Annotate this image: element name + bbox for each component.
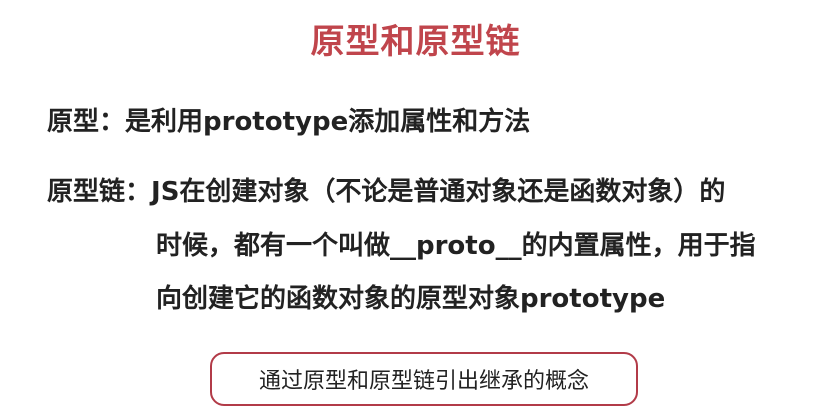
inheritance-callout: 通过原型和原型链引出继承的概念	[210, 352, 638, 406]
prototype-text: 是利用prototype添加属性和方法	[125, 107, 531, 137]
prototype-definition: 原型：是利用prototype添加属性和方法	[47, 104, 530, 140]
prototype-chain-definition-line-2: 时候，都有一个叫做__proto__的内置属性，用于指	[156, 231, 756, 261]
prototype-chain-text-1: JS在创建对象（不论是普通对象还是函数对象）的	[151, 177, 726, 207]
slide-title: 原型和原型链	[310, 22, 521, 62]
prototype-chain-definition-line-1: 原型链：JS在创建对象（不论是普通对象还是函数对象）的	[47, 174, 725, 210]
slide: 原型和原型链 原型：是利用prototype添加属性和方法 原型链：JS在创建对…	[0, 0, 831, 418]
prototype-chain-label: 原型链：	[47, 177, 152, 207]
prototype-label: 原型：	[47, 107, 126, 137]
prototype-chain-definition-line-3: 向创建它的函数对象的原型对象prototype	[156, 284, 666, 314]
